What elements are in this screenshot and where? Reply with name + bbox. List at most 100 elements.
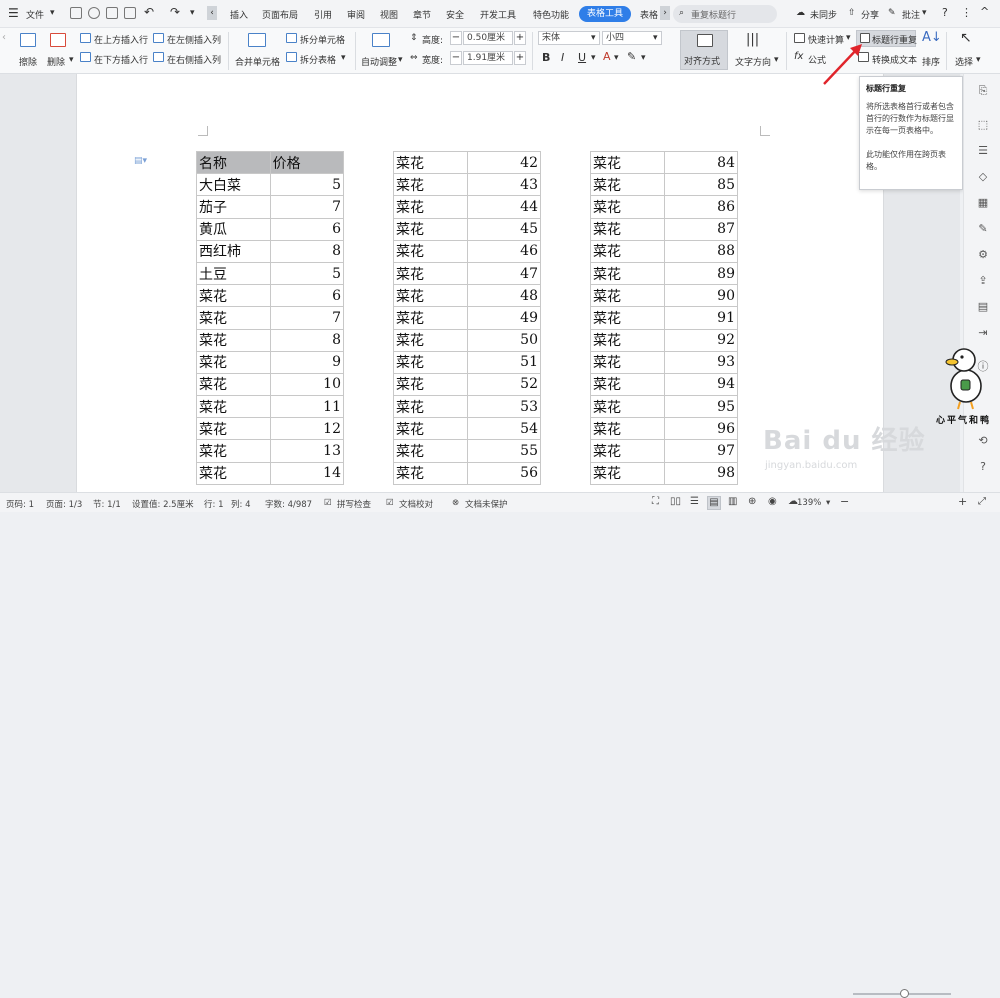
paragraph-handle-icon[interactable]: ▤▾: [134, 156, 147, 166]
protect-icon[interactable]: ⊗: [452, 498, 459, 508]
price-cell[interactable]: 价格: [269, 150, 345, 175]
name-cell[interactable]: 菜花: [590, 284, 665, 308]
width-decrease-button[interactable]: −: [450, 51, 462, 65]
highlight-icon[interactable]: ✎: [627, 50, 636, 63]
price-cell[interactable]: 8: [269, 328, 345, 352]
collapse-ribbon-icon[interactable]: ^: [980, 5, 989, 18]
table-row[interactable]: 菜花 52: [393, 372, 542, 397]
price-cell[interactable]: 84: [663, 150, 739, 175]
name-cell[interactable]: 菜花: [196, 306, 271, 330]
price-cell[interactable]: 11: [269, 395, 345, 419]
price-cell[interactable]: 7: [269, 306, 345, 330]
table-row[interactable]: 菜花 86: [590, 195, 739, 219]
name-cell[interactable]: 菜花: [590, 461, 665, 485]
export-icon[interactable]: ⇥: [976, 326, 990, 340]
name-cell[interactable]: 名称: [196, 150, 271, 175]
chevron-down-icon[interactable]: ▾: [922, 8, 927, 18]
price-cell[interactable]: 96: [663, 417, 739, 441]
price-cell[interactable]: 7: [269, 195, 345, 219]
settings-icon[interactable]: ⚙: [976, 248, 990, 262]
price-cell[interactable]: 86: [663, 195, 739, 219]
name-cell[interactable]: 菜花: [196, 350, 271, 374]
price-cell[interactable]: 48: [466, 284, 542, 308]
height-input[interactable]: 0.50厘米: [463, 31, 513, 45]
name-cell[interactable]: 菜花: [196, 461, 271, 485]
zoom-slider-handle[interactable]: [900, 989, 909, 998]
price-cell[interactable]: 87: [663, 217, 739, 241]
price-cell[interactable]: 94: [663, 372, 739, 397]
table-row[interactable]: 菜花 89: [590, 261, 739, 286]
share-icon[interactable]: ⇧: [848, 8, 856, 18]
web-view-icon[interactable]: ⊕: [748, 496, 756, 507]
table-row[interactable]: 西红柿 8: [196, 239, 345, 263]
fullscreen-icon[interactable]: ⛶: [652, 496, 659, 507]
table-row[interactable]: 菜花 50: [393, 328, 542, 352]
name-cell[interactable]: 菜花: [393, 461, 468, 485]
table-row[interactable]: 菜花 94: [590, 372, 739, 397]
price-cell[interactable]: 56: [466, 461, 542, 485]
price-cell[interactable]: 5: [269, 173, 345, 197]
price-cell[interactable]: 46: [466, 239, 542, 263]
page-view-icon[interactable]: ▤: [707, 496, 721, 510]
chevron-down-icon[interactable]: ▾: [976, 55, 981, 65]
chevron-down-icon[interactable]: ▾: [591, 33, 596, 43]
shape-icon[interactable]: ◇: [976, 170, 990, 184]
page-number[interactable]: 页码: 1: [6, 498, 34, 510]
sort-button[interactable]: 排序: [922, 55, 940, 68]
price-cell[interactable]: 53: [466, 395, 542, 419]
cursor-icon[interactable]: ↖: [960, 30, 972, 46]
chevron-down-icon[interactable]: ▾: [641, 53, 646, 63]
help-icon[interactable]: ?: [976, 460, 990, 474]
scroll-right-icon[interactable]: ›: [660, 6, 670, 20]
merge-cells-icon[interactable]: [248, 33, 266, 47]
table-row[interactable]: 菜花 56: [393, 461, 542, 485]
doc-check-button[interactable]: 文档校对: [399, 498, 433, 510]
price-cell[interactable]: 93: [663, 350, 739, 374]
name-cell[interactable]: 菜花: [393, 261, 468, 286]
tab-view[interactable]: 视图: [380, 8, 398, 21]
table-row[interactable]: 菜花 91: [590, 306, 739, 330]
eraser-icon[interactable]: [20, 33, 36, 47]
spell-check-icon[interactable]: ☑: [324, 498, 332, 508]
name-cell[interactable]: 菜花: [393, 173, 468, 197]
name-cell[interactable]: 菜花: [590, 306, 665, 330]
select-button[interactable]: 选择: [955, 55, 973, 68]
tab-chapter[interactable]: 章节: [413, 8, 431, 21]
insert-below-button[interactable]: 在下方插入行: [94, 53, 148, 66]
underline-button[interactable]: U: [578, 51, 586, 64]
price-cell[interactable]: 44: [466, 195, 542, 219]
merge-cells-button[interactable]: 合并单元格: [235, 55, 280, 68]
price-cell[interactable]: 92: [663, 328, 739, 352]
table-row[interactable]: 菜花 97: [590, 439, 739, 463]
table-row[interactable]: 黄瓜 6: [196, 217, 345, 241]
chevron-down-icon[interactable]: ▾: [50, 8, 55, 18]
price-cell[interactable]: 14: [269, 461, 345, 485]
delete-table-icon[interactable]: [50, 33, 66, 47]
table-row[interactable]: 菜花 13: [196, 439, 345, 463]
protect-status[interactable]: 文档未保护: [465, 498, 508, 510]
name-cell[interactable]: 菜花: [393, 350, 468, 374]
table-row[interactable]: 菜花 47: [393, 261, 542, 286]
name-cell[interactable]: 菜花: [393, 395, 468, 419]
name-cell[interactable]: 菜花: [393, 284, 468, 308]
table-row[interactable]: 菜花 7: [196, 306, 345, 330]
price-cell[interactable]: 85: [663, 173, 739, 197]
align-button[interactable]: 对齐方式: [680, 30, 728, 70]
price-cell[interactable]: 91: [663, 306, 739, 330]
name-cell[interactable]: 土豆: [196, 261, 271, 286]
tab-security[interactable]: 安全: [446, 8, 464, 21]
chevron-down-icon[interactable]: ▾: [341, 53, 346, 63]
table-row[interactable]: 菜花 55: [393, 439, 542, 463]
name-cell[interactable]: 菜花: [590, 173, 665, 197]
text-direction-button[interactable]: 文字方向: [735, 55, 771, 68]
name-cell[interactable]: 菜花: [393, 195, 468, 219]
price-cell[interactable]: 49: [466, 306, 542, 330]
price-cell[interactable]: 8: [269, 239, 345, 263]
outline-view-icon[interactable]: ▥: [728, 496, 737, 507]
table-row[interactable]: 菜花 11: [196, 395, 345, 419]
price-cell[interactable]: 88: [663, 239, 739, 263]
tab-review[interactable]: 审阅: [347, 8, 365, 21]
tab-references[interactable]: 引用: [314, 8, 332, 21]
name-cell[interactable]: 菜花: [590, 328, 665, 352]
name-cell[interactable]: 菜花: [196, 328, 271, 352]
